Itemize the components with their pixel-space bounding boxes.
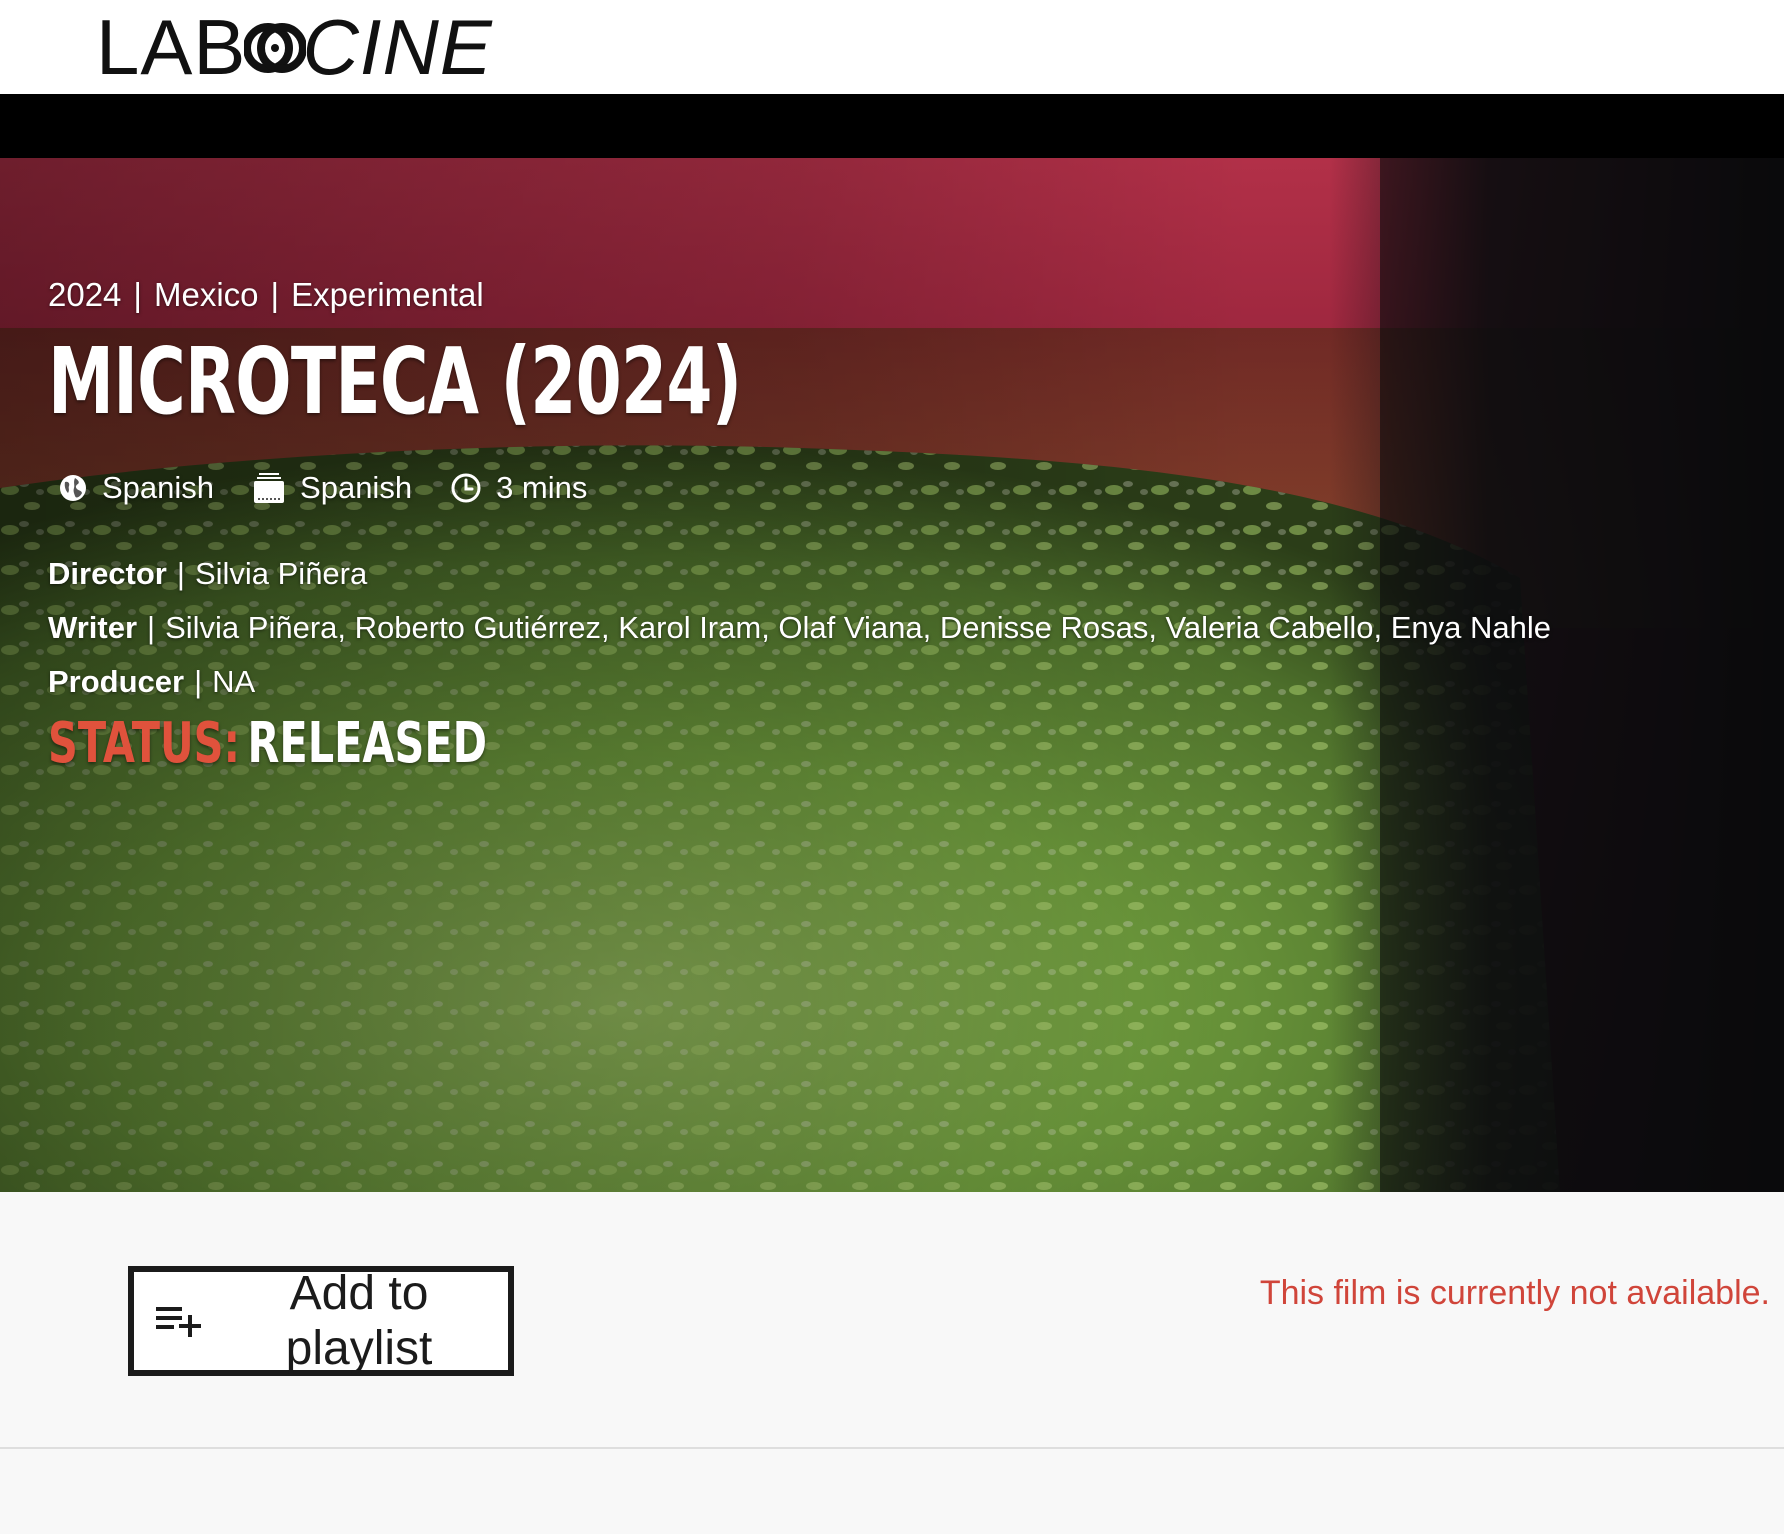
film-meta-line: 2024 | Mexico | Experimental [48, 276, 484, 314]
credit-separator: | [176, 556, 185, 591]
page-footer-area [0, 1449, 1784, 1534]
credit-director: Director | Silvia Piñera [48, 556, 367, 592]
film-actions: Add to playlist This film is currently n… [0, 1192, 1784, 1448]
credit-separator: | [194, 664, 203, 699]
film-title: MICROTECA (2024) [48, 328, 742, 435]
producer-label: Producer [48, 664, 185, 699]
meta-separator: | [270, 276, 280, 313]
director-value: Silvia Piñera [194, 556, 368, 591]
site-logo[interactable]: LAB CINE [96, 6, 493, 88]
credit-producer: Producer | NA [48, 664, 255, 700]
producer-value: NA [212, 664, 256, 699]
clock-icon [451, 473, 481, 503]
film-country: Mexico [154, 276, 259, 313]
playlist-add-icon [156, 1307, 201, 1337]
status-value: RELEASED [247, 711, 488, 776]
film-specs: Spanish Spanish 3 mins [58, 470, 625, 506]
subtitles-icon [254, 473, 285, 503]
availability-notice: This film is currently not available. [1259, 1274, 1770, 1312]
director-label: Director [48, 556, 167, 591]
meta-separator: | [133, 276, 142, 313]
film-reel-icon [244, 23, 307, 73]
subtitles-value: Spanish [300, 470, 413, 505]
release-status: STATUS: RELEASED [48, 716, 487, 772]
film-year: 2024 [48, 276, 122, 313]
status-label: STATUS: [48, 711, 241, 776]
credit-writer: Writer | Silvia Piñera, Roberto Gutiérrez,… [48, 610, 1551, 646]
language-spec: Spanish [58, 470, 214, 506]
film-hero: 2024 | Mexico | Experimental MICROTECA (2024… [0, 158, 1784, 1192]
subtitles-spec: Spanish [252, 470, 412, 506]
logo-text-left: LAB [96, 3, 247, 91]
add-to-playlist-button[interactable]: Add to playlist [128, 1266, 514, 1376]
header-strip [0, 94, 1784, 160]
credit-separator: | [147, 610, 156, 645]
logo-text-right: CINE [302, 3, 493, 91]
duration-value: 3 mins [496, 470, 588, 505]
add-to-playlist-label: Add to playlist [285, 1267, 433, 1375]
language-value: Spanish [102, 470, 215, 505]
duration-spec: 3 mins [450, 470, 587, 506]
writer-value: Silvia Piñera, Roberto Gutiérrez, Karol … [165, 610, 1551, 645]
film-genre: Experimental [291, 276, 484, 313]
writer-label: Writer [48, 610, 138, 645]
globe-icon [60, 475, 86, 501]
site-header: LAB CINE [0, 0, 1784, 94]
